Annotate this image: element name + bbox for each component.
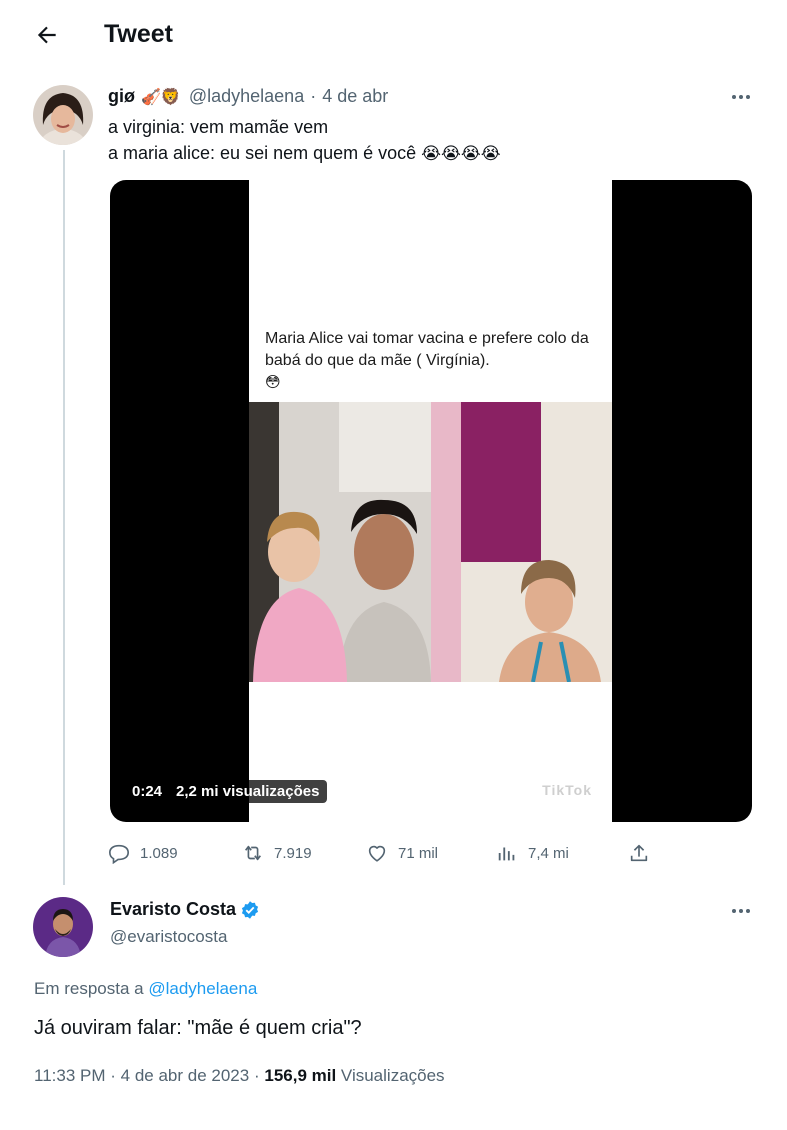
heart-icon: [368, 845, 386, 862]
video-media[interactable]: Maria Alice vai tomar vacina e prefere c…: [110, 180, 752, 822]
share-icon: [630, 844, 648, 862]
thread-connector-line: [63, 150, 65, 885]
reply-button[interactable]: 1.089: [108, 838, 178, 868]
tweet-metadata: 11:33 PM · 4 de abr de 2023 · 156,9 mil …: [34, 1066, 445, 1086]
views-count: 7,4 mi: [528, 844, 569, 862]
views-button[interactable]: 7,4 mi: [496, 838, 569, 868]
author-handle[interactable]: @evaristocosta: [110, 927, 227, 947]
author-handle[interactable]: @ladyhelaena: [189, 86, 304, 107]
tweet-text-line: a virginia: vem mamãe vem: [108, 117, 329, 137]
author-display-name[interactable]: giø: [108, 86, 135, 107]
tweet-text-line: a maria alice: eu sei nem quem é você 😭😭…: [108, 140, 501, 167]
views-label: Visualizações: [340, 1066, 445, 1085]
separator-dot: ·: [310, 86, 317, 106]
page-title: Tweet: [104, 20, 173, 48]
share-button[interactable]: [628, 838, 660, 868]
more-horizontal-icon[interactable]: [729, 85, 753, 109]
author-display-name[interactable]: Evaristo Costa: [110, 899, 236, 920]
reply-context: Em resposta a @ladyhelaena: [34, 979, 257, 999]
retweet-icon: [245, 845, 261, 861]
bar-chart-icon: [498, 847, 515, 861]
video-caption: Maria Alice vai tomar vacina e prefere c…: [265, 328, 605, 394]
reply-prefix: Em resposta a: [34, 979, 144, 998]
tweet-time[interactable]: 11:33 PM: [34, 1066, 106, 1085]
more-horizontal-icon[interactable]: [729, 899, 753, 923]
flushed-emoji: 😳: [265, 374, 281, 391]
name-emoji: 🎻🦁: [141, 88, 181, 106]
avatar[interactable]: [33, 897, 93, 957]
tweet-text-line-content: a maria alice: eu sei nem quem é você: [108, 143, 417, 163]
video-meta-badge: 0:24 2,2 mi visualizações: [124, 780, 328, 803]
verified-badge-icon: [241, 900, 259, 919]
views-count: 156,9 mil: [264, 1066, 337, 1085]
reply-count: 1.089: [140, 844, 178, 862]
tweet-author-row: giø 🎻🦁 @ladyhelaena · 4 de abr: [108, 86, 388, 107]
reply-author-name-row: Evaristo Costa: [110, 899, 260, 920]
comment-icon: [109, 844, 129, 864]
video-duration: 0:24: [132, 783, 163, 800]
header-bar: Tweet: [0, 0, 787, 70]
reply-to-handle-link[interactable]: @ladyhelaena: [148, 979, 257, 998]
separator-dot: ·: [253, 1066, 260, 1085]
tweet-actions: 1.089 7.919 71 mil 7,4 mi: [108, 838, 668, 868]
tweet-time[interactable]: 4 de abr: [322, 86, 388, 107]
avatar[interactable]: [33, 85, 93, 145]
retweet-button[interactable]: 7.919: [242, 838, 312, 868]
like-button[interactable]: 71 mil: [366, 838, 438, 868]
tweet-date[interactable]: 4 de abr de 2023: [121, 1066, 250, 1085]
crying-emoji: 😭😭😭😭: [421, 144, 501, 163]
separator-dot: ·: [110, 1066, 116, 1085]
video-caption-text: Maria Alice vai tomar vacina e prefere c…: [265, 330, 589, 369]
tweet-text: Já ouviram falar: "mãe é quem cria"?: [34, 1017, 362, 1039]
like-count: 71 mil: [398, 844, 439, 862]
video-views: 2,2 mi visualizações: [176, 783, 320, 800]
video-still-image: [249, 402, 612, 682]
tiktok-watermark: TikTok: [542, 782, 592, 798]
retweet-count: 7.919: [274, 844, 312, 862]
arrow-left-icon[interactable]: [34, 22, 60, 48]
tweet-text: a virginia: vem mamãe vem a maria alice:…: [108, 114, 501, 167]
video-frame: Maria Alice vai tomar vacina e prefere c…: [249, 180, 612, 822]
